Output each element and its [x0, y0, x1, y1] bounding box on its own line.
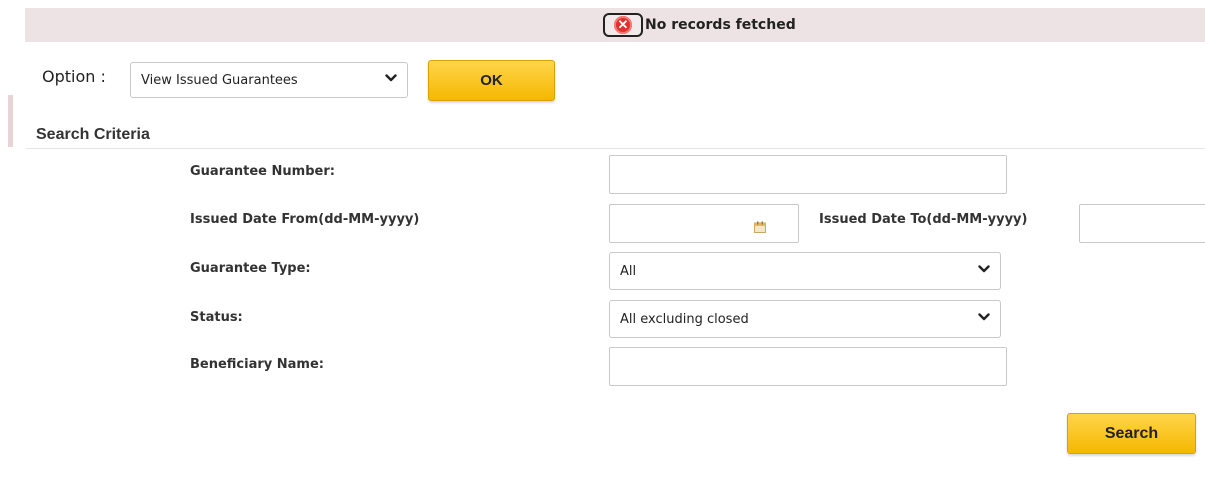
issued-date-from-label: Issued Date From(dd-MM-yyyy)	[190, 212, 420, 227]
calendar-icon[interactable]	[754, 220, 766, 233]
message-bar: ✕ No records fetched	[25, 8, 1205, 42]
message-content: ✕ No records fetched	[603, 12, 796, 38]
option-label: Option :	[42, 67, 106, 86]
issued-date-to-input[interactable]	[1079, 204, 1205, 243]
section-divider	[26, 148, 1205, 149]
left-accent-divider	[8, 95, 13, 147]
guarantee-number-input[interactable]	[609, 155, 1007, 194]
guarantee-type-label: Guarantee Type:	[190, 261, 311, 276]
status-select[interactable]: All excluding closed	[609, 300, 1001, 338]
status-label: Status:	[190, 310, 243, 325]
guarantee-type-value: All	[620, 263, 637, 279]
search-criteria-title: Search Criteria	[36, 126, 150, 143]
chevron-down-icon	[978, 312, 990, 322]
chevron-down-icon	[978, 264, 990, 274]
option-select[interactable]: View Issued Guarantees	[130, 62, 408, 98]
message-text: No records fetched	[645, 17, 796, 33]
error-icon: ✕	[614, 16, 632, 34]
issued-date-to-label: Issued Date To(dd-MM-yyyy)	[819, 212, 1028, 227]
beneficiary-name-input[interactable]	[609, 347, 1007, 386]
ok-button[interactable]: OK	[428, 60, 555, 101]
guarantee-type-select[interactable]: All	[609, 252, 1001, 290]
option-select-value: View Issued Guarantees	[141, 72, 298, 88]
beneficiary-name-label: Beneficiary Name:	[190, 357, 324, 372]
issued-date-from-input[interactable]	[609, 204, 799, 243]
chevron-down-icon	[385, 73, 397, 83]
search-button[interactable]: Search	[1067, 413, 1196, 454]
guarantee-number-label: Guarantee Number:	[190, 164, 335, 179]
status-value: All excluding closed	[620, 311, 749, 327]
